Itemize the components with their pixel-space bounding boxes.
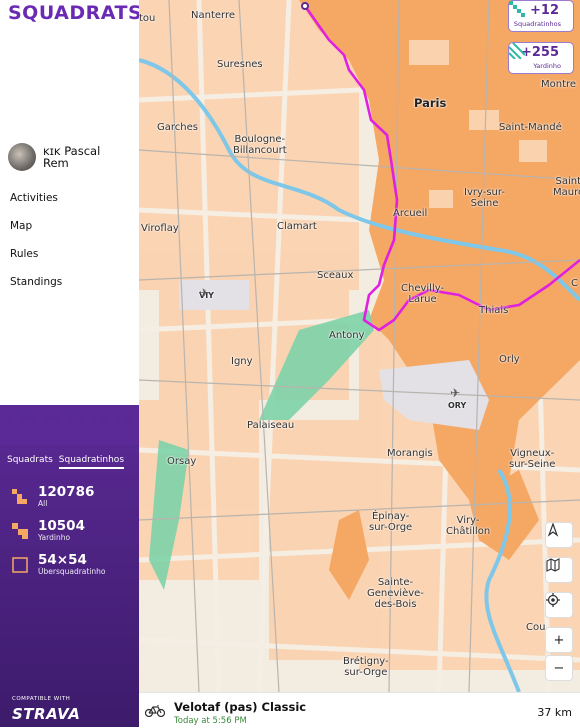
place-c: C	[571, 278, 578, 289]
place-suresnes: Suresnes	[217, 59, 263, 70]
map[interactable]: +12 Squadratinhos +255 Yardinho tou Nant…	[139, 0, 580, 692]
map-layers-icon	[546, 558, 560, 572]
place-viroflay: Viroflay	[141, 223, 179, 234]
place-ivry: Ivry-sur- Seine	[464, 187, 505, 209]
profile[interactable]: ĸɪĸ Pascal Rem	[8, 143, 123, 171]
compatible-with-text: COMPATIBLE WITH	[12, 696, 71, 702]
zoom-out-button[interactable]: −	[545, 655, 573, 681]
profile-name[interactable]: ĸɪĸ Pascal Rem	[43, 145, 123, 169]
place-vigneux: Vigneux- sur-Seine	[509, 448, 556, 470]
stat-ubersquadratinho: 54×54 Übersquadratinho	[12, 553, 106, 576]
place-antony: Antony	[329, 330, 365, 341]
stat-yardinho-value: 10504	[38, 518, 85, 534]
place-chevilly: Chevilly- Larue	[401, 283, 445, 305]
place-viry: Viry- Châtillon	[446, 515, 491, 537]
activity-bar[interactable]: Velotaf (pas) Classic Today at 5:56 PM 3…	[139, 692, 580, 728]
stats-panel: Squadrats Squadratinhos 120786 All 10504…	[0, 405, 139, 727]
stat-all-label: All	[38, 499, 48, 508]
strava-logo[interactable]: STRAVA	[12, 705, 80, 723]
stat-yardinho: 10504 Yardinho	[12, 519, 85, 542]
place-ory: ORY	[448, 401, 467, 410]
place-epinay: Épinay- sur-Orge	[369, 511, 413, 533]
bike-icon	[145, 705, 165, 717]
new-squadratinhos-label: Squadratinhos	[513, 20, 561, 28]
place-sainte-genevieve: Sainte- Geneviève- des-Bois	[367, 577, 424, 610]
squadratinhos-icon	[509, 1, 525, 17]
place-orly: Orly	[499, 354, 520, 365]
compass-icon	[547, 523, 559, 537]
place-saint-maurice: Saint Maurc	[553, 176, 580, 198]
place-nanterre: Nanterre	[191, 10, 235, 21]
place-boulogne: Boulogne- Billancourt	[233, 134, 287, 156]
place-paris: Paris	[414, 96, 447, 110]
activity-title[interactable]: Velotaf (pas) Classic	[174, 700, 306, 714]
nav-map[interactable]: Map	[10, 220, 32, 232]
ubersquadratinho-icon	[12, 557, 28, 573]
place-igny: Igny	[231, 356, 253, 367]
place-garches: Garches	[157, 122, 198, 133]
place-montre: Montre	[541, 79, 577, 90]
pixel-decoration	[0, 405, 139, 445]
place-cou: Cou	[526, 622, 546, 633]
locate-icon	[546, 593, 560, 607]
place-tou: tou	[139, 13, 156, 24]
locate-button[interactable]	[545, 592, 573, 618]
place-palaiseau: Palaiseau	[247, 420, 295, 431]
place-bretigny: Brétigny- sur-Orge	[343, 656, 389, 678]
place-arcueil: Arcueil	[393, 208, 428, 219]
squadratinhos-icon	[12, 489, 27, 504]
yardinho-icon	[509, 43, 525, 59]
new-yardinho-label: Yardinho	[533, 62, 561, 70]
airport-icon: ✈	[199, 286, 210, 300]
place-clamart: Clamart	[277, 221, 317, 232]
nav-standings[interactable]: Standings	[10, 276, 62, 288]
new-yardinho-badge[interactable]: +255 Yardinho	[508, 42, 574, 74]
place-sceaux: Sceaux	[317, 270, 354, 281]
app-logo[interactable]: SQUADRATS	[8, 2, 142, 24]
sidebar: SQUADRATS ĸɪĸ Pascal Rem Activities Map …	[0, 0, 142, 727]
place-orsay: Orsay	[167, 456, 197, 467]
tab-squadrats[interactable]: Squadrats	[7, 455, 53, 469]
stat-all: 120786 All	[12, 485, 94, 508]
nav-rules[interactable]: Rules	[10, 248, 38, 260]
airport-icon: ✈	[450, 386, 461, 400]
new-squadratinhos-badge[interactable]: +12 Squadratinhos	[508, 0, 574, 32]
avatar[interactable]	[8, 143, 36, 171]
compass-button[interactable]	[545, 522, 573, 548]
stat-all-value: 120786	[38, 484, 95, 500]
yardinho-icon	[12, 523, 28, 539]
nav-activities[interactable]: Activities	[10, 192, 58, 204]
layers-button[interactable]	[545, 557, 573, 583]
tab-squadratinhos[interactable]: Squadratinhos	[58, 455, 125, 469]
place-morangis: Morangis	[387, 448, 433, 459]
activity-time: Today at 5:56 PM	[174, 716, 247, 726]
map-canvas	[139, 0, 580, 692]
stat-yardinho-label: Yardinho	[38, 533, 71, 542]
place-saint-mande: Saint-Mandé	[499, 122, 562, 133]
stat-uber-value: 54×54	[38, 552, 87, 568]
activity-distance: 37 km	[537, 706, 572, 719]
stats-tabs: Squadrats Squadratinhos	[7, 455, 125, 469]
place-thiais: Thiais	[479, 305, 509, 316]
zoom-in-button[interactable]: +	[545, 627, 573, 653]
stat-uber-label: Übersquadratinho	[38, 567, 106, 576]
